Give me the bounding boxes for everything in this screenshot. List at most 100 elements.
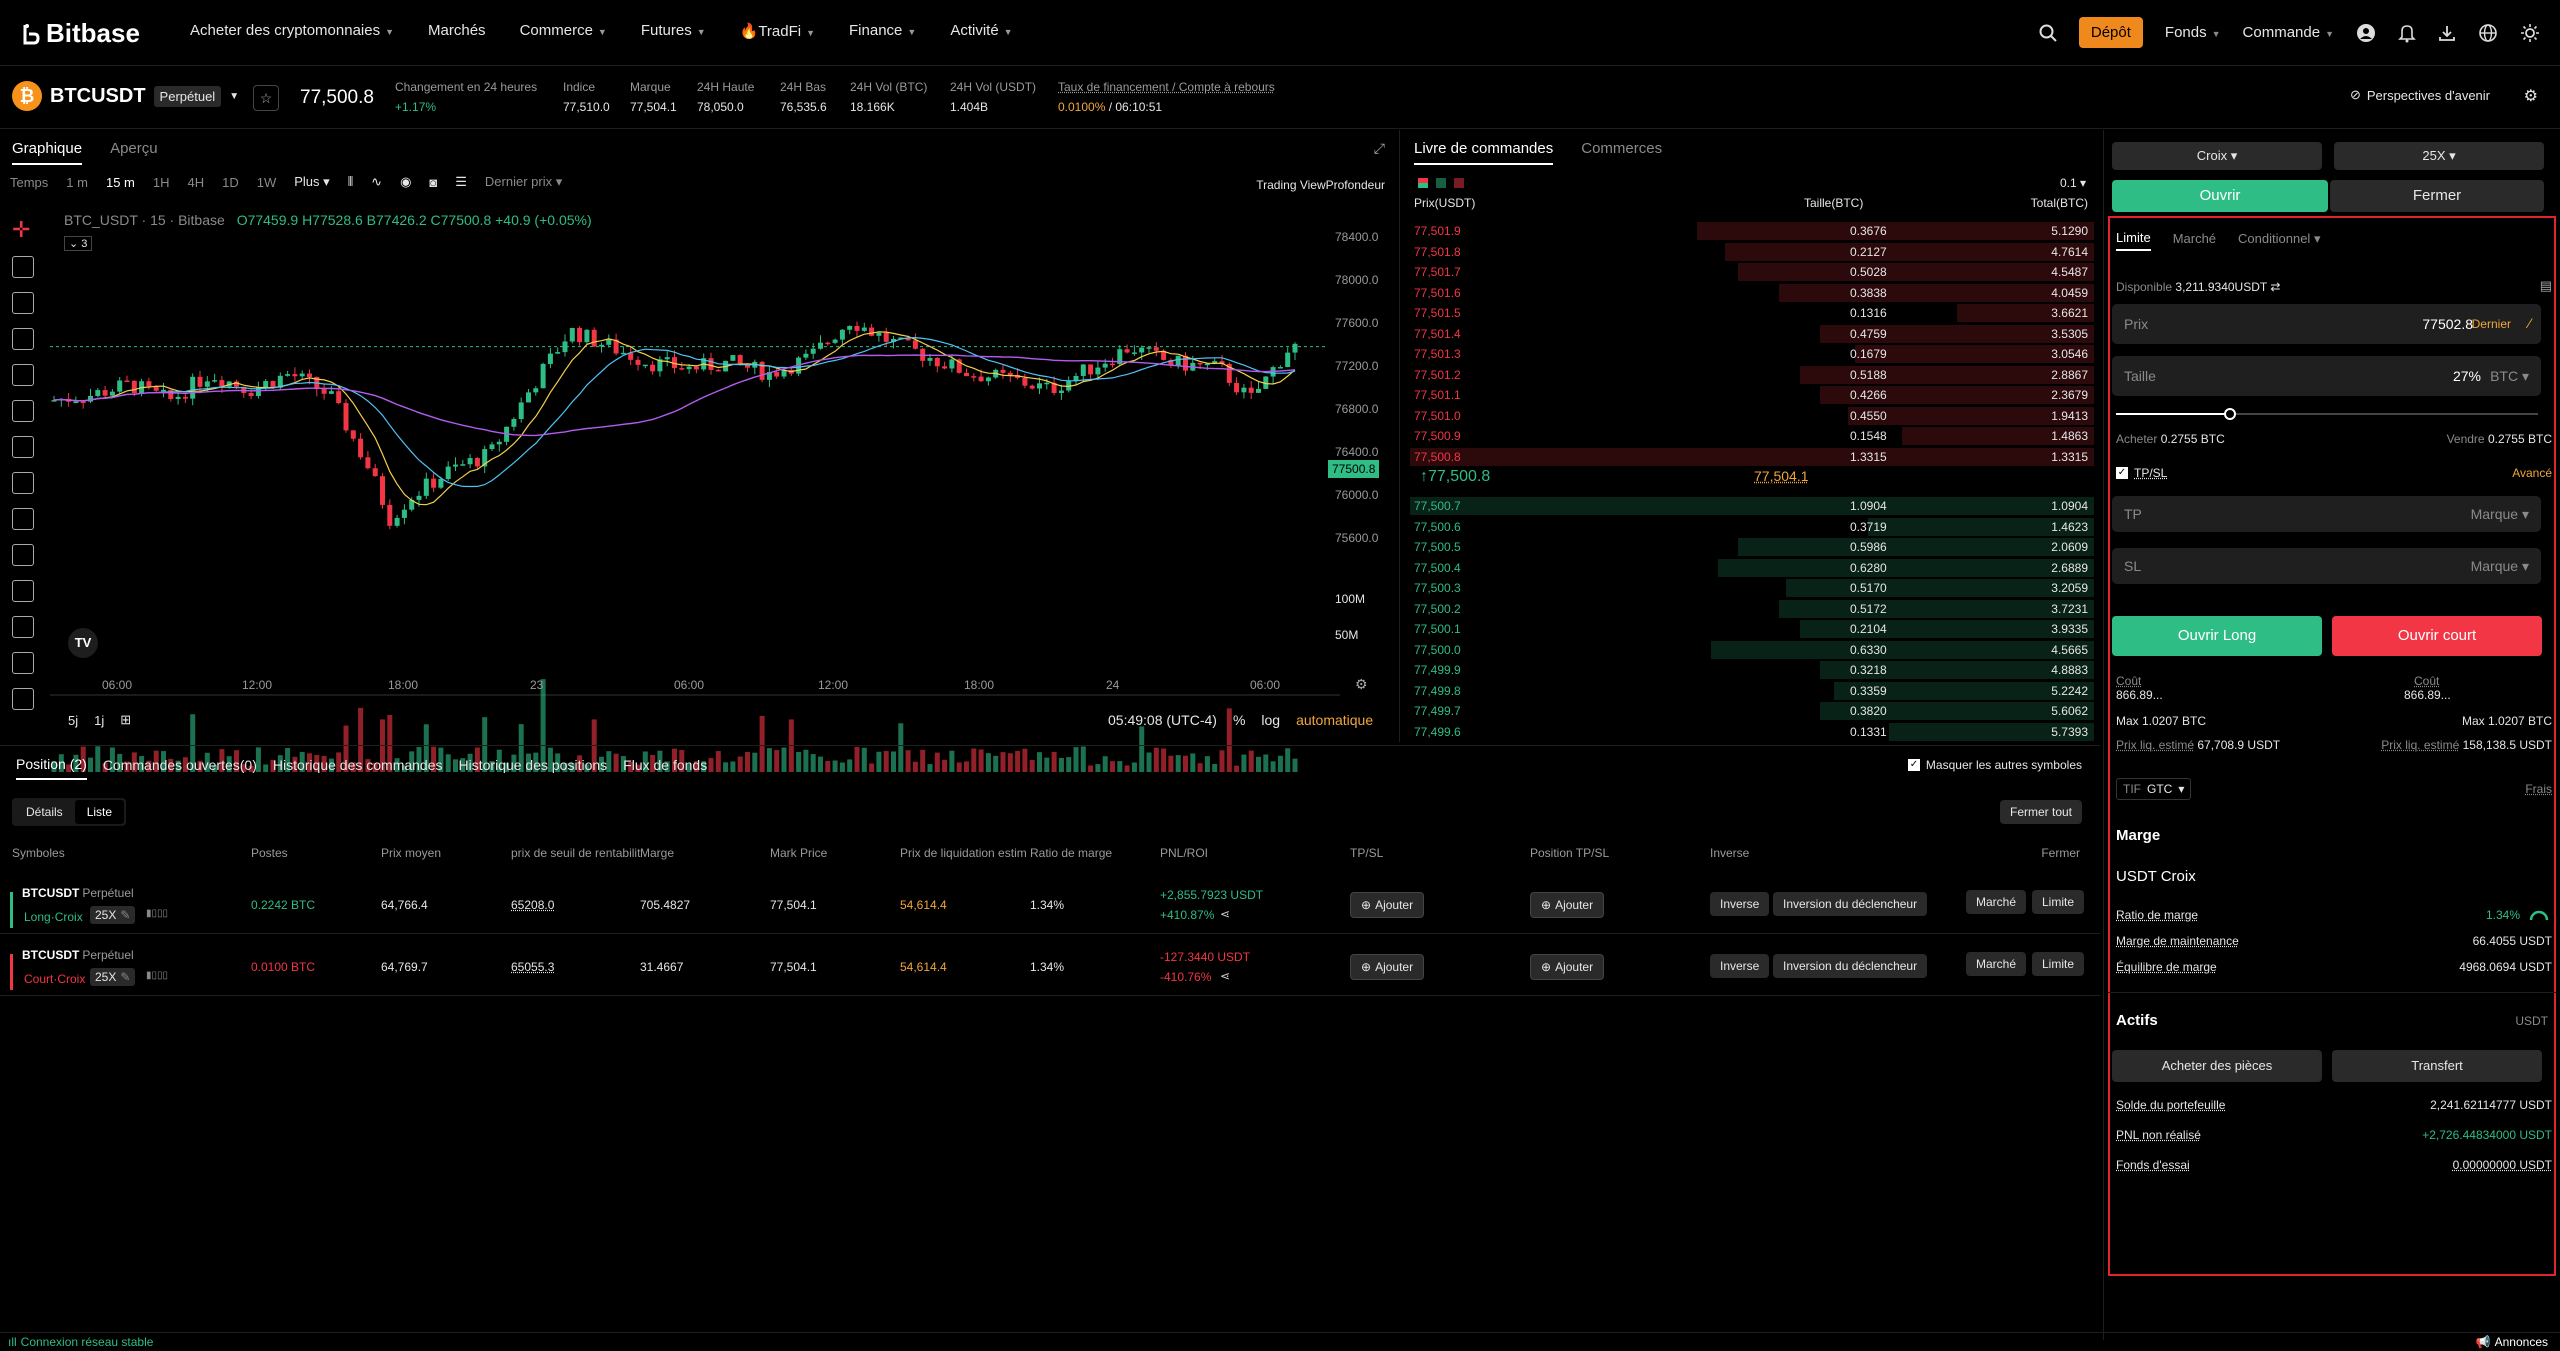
nav-activity[interactable]: Activité ▼: [950, 22, 1012, 40]
swap-price-icon[interactable]: ⁄: [2529, 315, 2531, 331]
globe-icon[interactable]: [2478, 23, 2498, 43]
bid-row[interactable]: 77,500.1 0.2104 3.9335: [1410, 619, 2094, 639]
bid-row[interactable]: 77,500.4 0.6280 2.6889: [1410, 558, 2094, 578]
add-tpsl-button[interactable]: ⊕ Ajouter: [1350, 892, 1425, 918]
user-icon[interactable]: [2356, 23, 2376, 43]
transfer-button[interactable]: Transfert: [2332, 1050, 2542, 1082]
symbol-selector[interactable]: ₿ BTCUSDT Perpétuel ▼: [12, 81, 239, 111]
bell-icon[interactable]: [2398, 23, 2416, 43]
ask-row[interactable]: 77,500.9 0.1548 1.4863: [1410, 426, 2094, 446]
view-list[interactable]: Liste: [74, 800, 125, 824]
tradingview-logo[interactable]: TV: [68, 628, 98, 658]
bid-row[interactable]: 77,500.0 0.6330 4.5665: [1410, 640, 2094, 660]
ask-row[interactable]: 77,501.4 0.4759 3.5305: [1410, 324, 2094, 344]
price-input[interactable]: Prix 77502.8 Dernier ⁄: [2112, 304, 2541, 344]
chart-settings-icon[interactable]: ☰: [455, 174, 467, 190]
book-asks-icon[interactable]: [1454, 178, 1464, 188]
candlestick-chart[interactable]: [50, 230, 1340, 790]
ask-row[interactable]: 77,501.7 0.5028 4.5487: [1410, 262, 2094, 282]
search-icon[interactable]: [2039, 24, 2057, 42]
leverage-edit[interactable]: 25X ✎: [90, 968, 136, 986]
nav-finance[interactable]: Finance ▼: [849, 22, 916, 40]
precision-select[interactable]: 0.1 ▾: [2060, 176, 2086, 190]
ask-row[interactable]: 77,501.0 0.4550 1.9413: [1410, 406, 2094, 426]
tab-overview[interactable]: Aperçu: [110, 140, 158, 165]
bid-row[interactable]: 77,500.3 0.5170 3.2059: [1410, 578, 2094, 598]
open-long-button[interactable]: Ouvrir Long: [2112, 616, 2322, 656]
size-slider[interactable]: [2116, 408, 2538, 420]
tpsl-checkbox[interactable]: ✓ TP/SL: [2116, 466, 2167, 480]
horizontal-line-icon[interactable]: [12, 292, 34, 314]
size-input[interactable]: Taille 27% BTC ▾: [2112, 356, 2541, 396]
tp-input[interactable]: TP Marque ▾: [2112, 496, 2541, 532]
view-details[interactable]: Détails: [14, 800, 75, 824]
trendline-icon[interactable]: [12, 256, 34, 278]
last-price-button[interactable]: Dernier: [2472, 317, 2511, 331]
camera-icon[interactable]: ◙: [429, 175, 437, 190]
buy-coins-button[interactable]: Acheter des pièces: [2112, 1050, 2322, 1082]
indicators-icon[interactable]: ∿: [371, 174, 382, 190]
interval-1m[interactable]: 1 m: [66, 175, 88, 190]
magnet-icon[interactable]: [12, 580, 34, 602]
ask-row[interactable]: 77,501.8 0.2127 4.7614: [1410, 242, 2094, 262]
view-depth[interactable]: Profondeur: [1326, 178, 1385, 192]
book-both-icon[interactable]: [1418, 178, 1428, 188]
tab-funds-flow[interactable]: Flux de fonds: [623, 757, 707, 779]
theme-sun-icon[interactable]: [2520, 23, 2540, 43]
close-limit-button[interactable]: Limite: [2032, 952, 2085, 976]
last-price-dropdown[interactable]: Dernier prix ▾: [485, 174, 562, 190]
fib-icon[interactable]: [12, 364, 34, 386]
inverse-button[interactable]: Inverse: [1710, 954, 1770, 978]
bid-row[interactable]: 77,499.6 0.1331 5.7393: [1410, 722, 2094, 742]
inverse-trigger-button[interactable]: Inversion du déclencheur: [1773, 954, 1928, 978]
ask-row[interactable]: 77,501.6 0.3838 4.0459: [1410, 283, 2094, 303]
leverage-select[interactable]: 25X ▾: [2334, 142, 2544, 170]
close-limit-button[interactable]: Limite: [2032, 890, 2085, 914]
axis-settings-icon[interactable]: ⚙: [1355, 676, 1368, 693]
ask-row[interactable]: 77,501.2 0.5188 2.8867: [1410, 365, 2094, 385]
settings-gear-icon[interactable]: ⚙: [2524, 86, 2538, 106]
visibility-icon[interactable]: [12, 688, 34, 710]
nav-tradfi[interactable]: 🔥TradFi ▼: [740, 22, 815, 40]
perspectives-link[interactable]: ⊘ Perspectives d'avenir: [2350, 87, 2490, 103]
margin-mode-select[interactable]: Croix ▾: [2112, 142, 2322, 170]
bid-row[interactable]: 77,500.7 1.0904 1.0904: [1410, 496, 2094, 516]
tab-limit[interactable]: Limite: [2116, 230, 2151, 251]
advanced-link[interactable]: Avancé: [2512, 466, 2552, 480]
expand-icon[interactable]: ⤢: [1374, 140, 1385, 157]
fees-link[interactable]: Frais: [2525, 782, 2552, 796]
candle-type-icon[interactable]: ⫴: [348, 174, 353, 190]
share-icon[interactable]: ⋖: [1220, 907, 1230, 921]
nav-futures[interactable]: Futures ▼: [641, 22, 706, 40]
close-market-button[interactable]: Marché: [1966, 890, 2027, 914]
interval-more[interactable]: Plus ▾: [294, 174, 329, 190]
calculator-icon[interactable]: ▤: [2540, 278, 2552, 294]
swap-icon[interactable]: ⇄: [2270, 280, 2280, 294]
tab-conditional[interactable]: Conditionnel ▾: [2238, 231, 2320, 251]
ask-row[interactable]: 77,500.8 1.3315 1.3315: [1410, 447, 2094, 467]
ask-row[interactable]: 77,501.5 0.1316 3.6621: [1410, 303, 2094, 323]
crosshair-icon[interactable]: ✛: [12, 219, 34, 242]
tab-order-history[interactable]: Historique des commandes: [273, 757, 443, 779]
bid-row[interactable]: 77,500.6 0.3719 1.4623: [1410, 517, 2094, 537]
interval-15m[interactable]: 15 m: [106, 175, 135, 190]
bid-row[interactable]: 77,499.9 0.3218 4.8883: [1410, 660, 2094, 680]
add-position-tpsl-button[interactable]: ⊕ Ajouter: [1530, 954, 1605, 980]
open-short-button[interactable]: Ouvrir court: [2332, 616, 2542, 656]
tp-trigger-select[interactable]: Marque ▾: [2471, 506, 2529, 523]
favorite-star-icon[interactable]: ☆: [253, 85, 279, 111]
close-all-button[interactable]: Fermer tout: [1999, 800, 2082, 824]
ask-row[interactable]: 77,501.1 0.4266 2.3679: [1410, 385, 2094, 405]
bid-row[interactable]: 77,499.7 0.3820 5.6062: [1410, 701, 2094, 721]
log-toggle[interactable]: log: [1261, 712, 1280, 728]
nav-trade[interactable]: Commerce ▼: [520, 22, 607, 40]
ticker-funding[interactable]: Taux de financement / Compte à rebours 0.…: [1058, 77, 1275, 117]
lock-drawing-icon[interactable]: [12, 616, 34, 638]
view-tradingview[interactable]: Trading View: [1256, 178, 1325, 192]
auto-toggle[interactable]: automatique: [1296, 712, 1373, 728]
pitchfork-icon[interactable]: [12, 328, 34, 350]
range-5d[interactable]: 5j: [68, 713, 78, 728]
tab-position-history[interactable]: Historique des positions: [459, 757, 608, 779]
ask-row[interactable]: 77,501.3 0.1679 3.0546: [1410, 344, 2094, 364]
bid-row[interactable]: 77,500.2 0.5172 3.7231: [1410, 599, 2094, 619]
